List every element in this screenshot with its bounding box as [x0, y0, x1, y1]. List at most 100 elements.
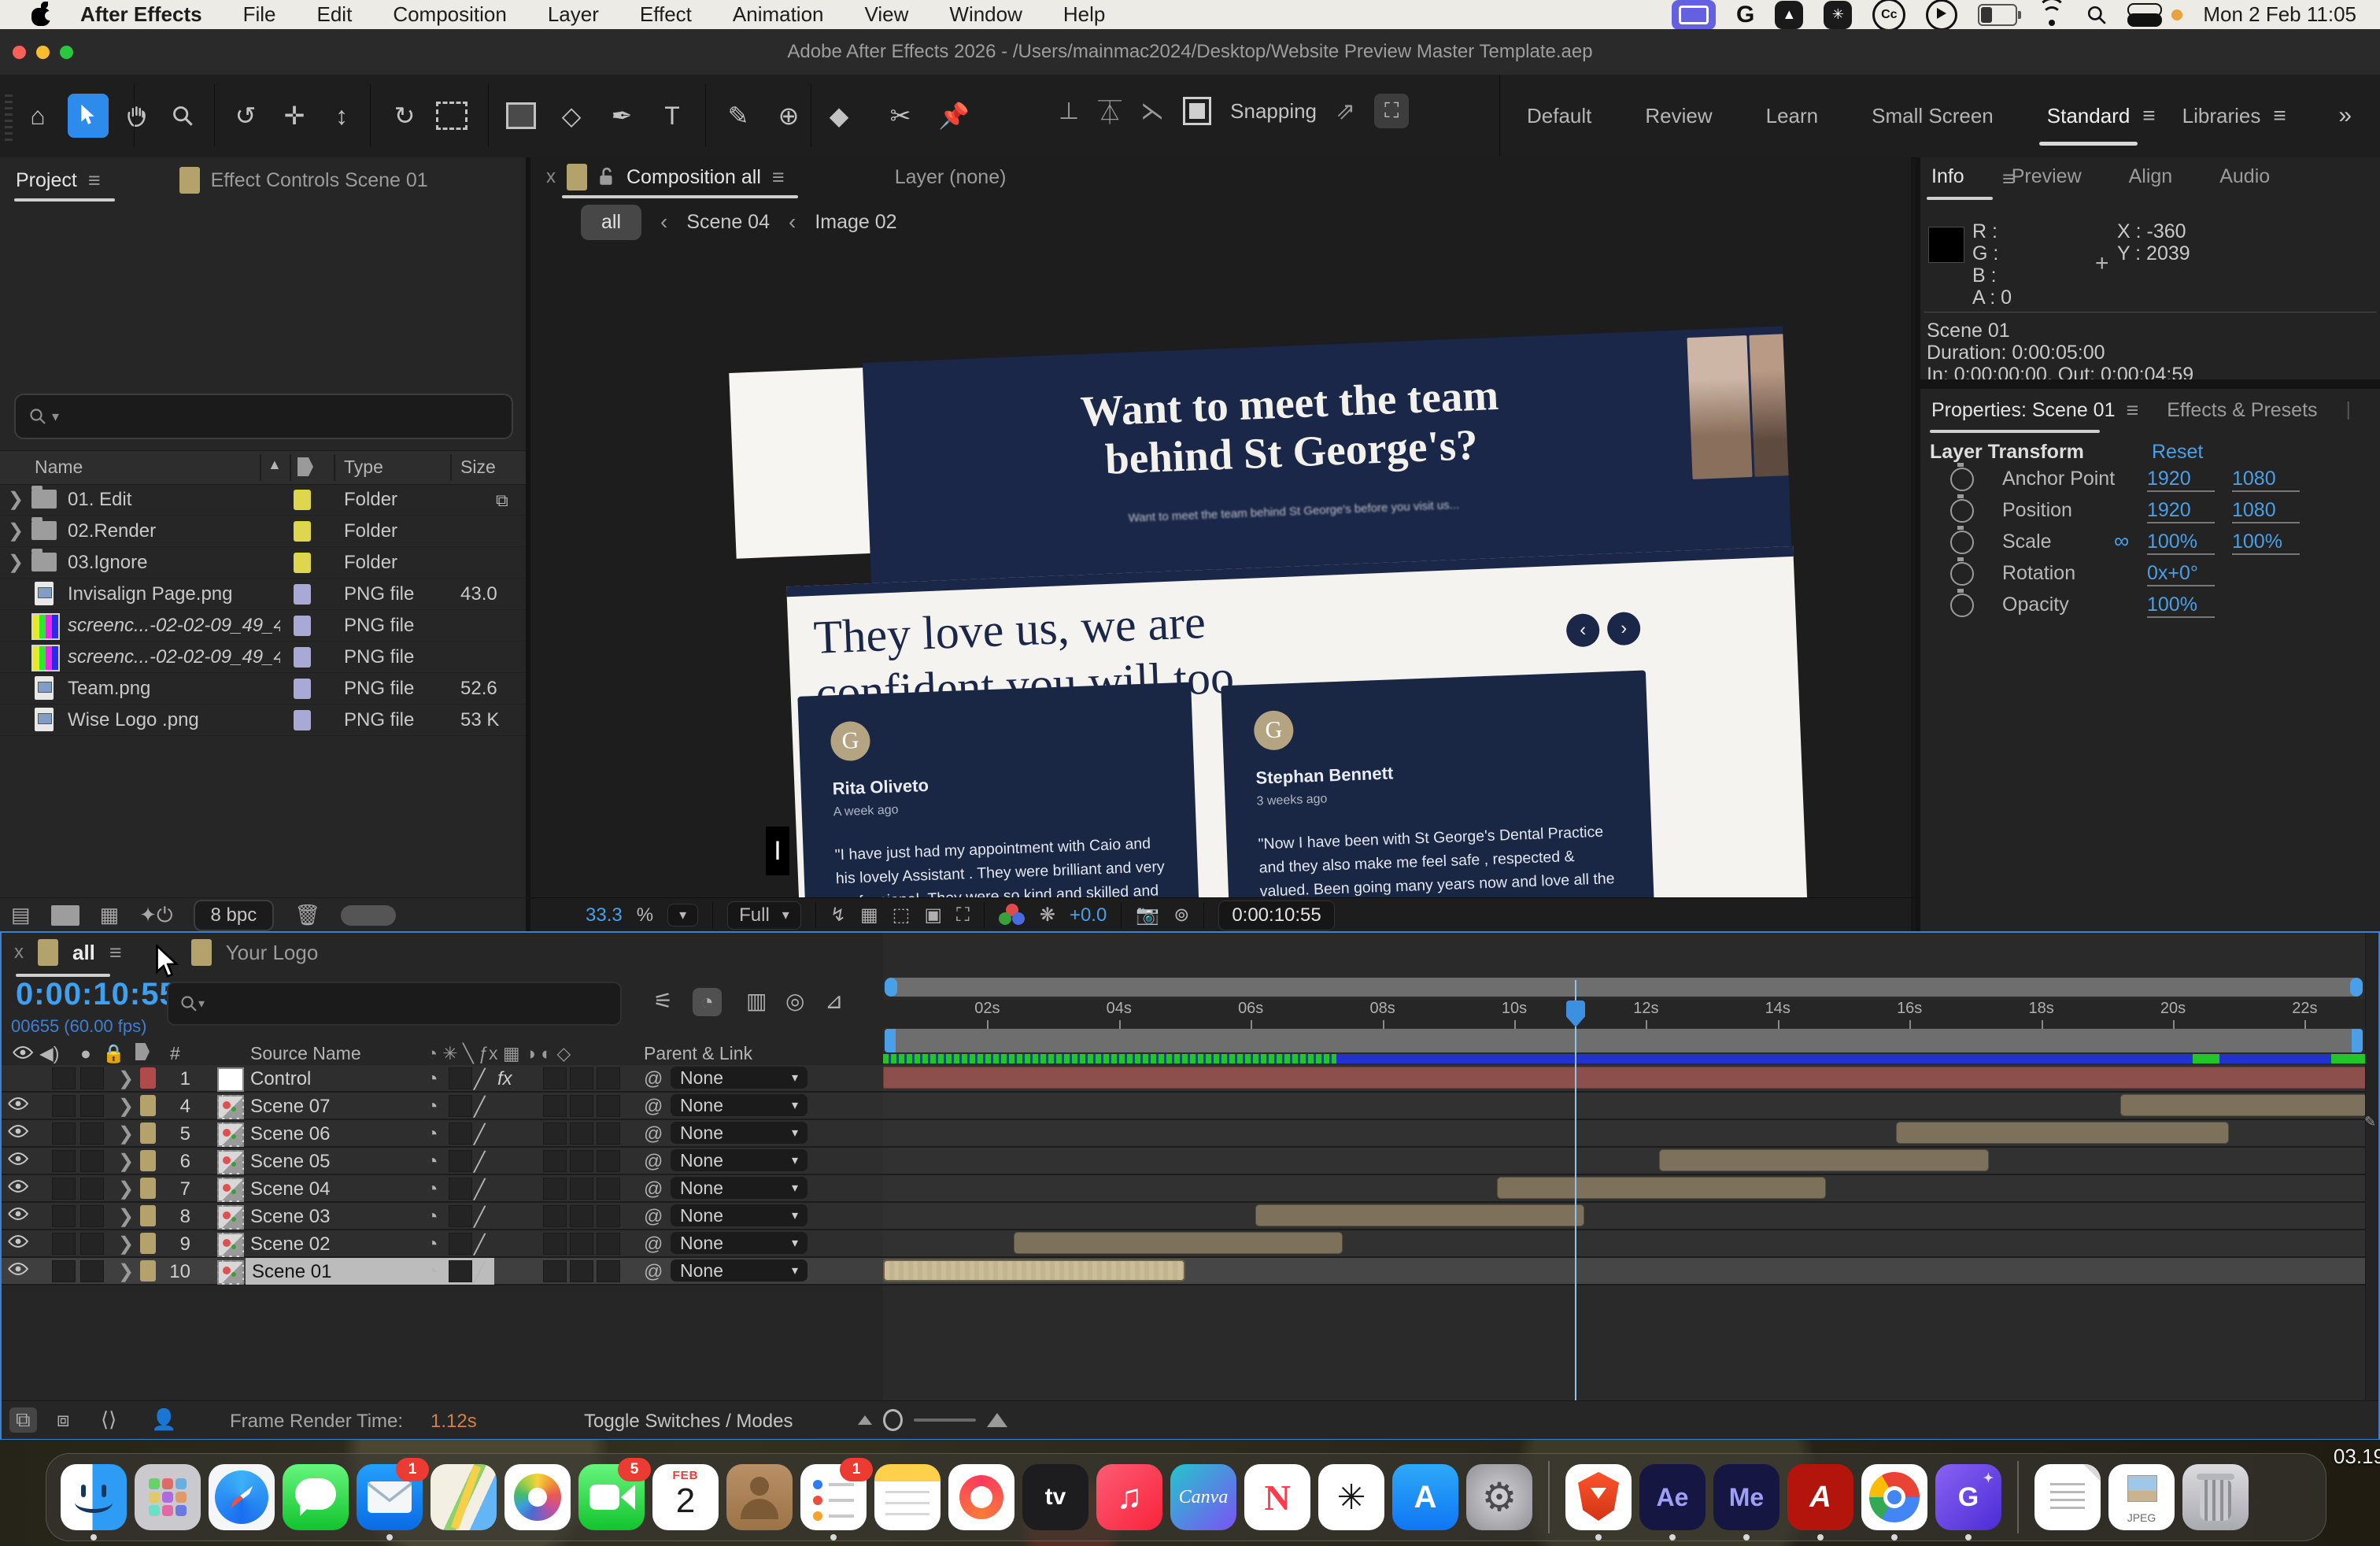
graph-editor-icon[interactable]: ⊿ [825, 988, 843, 1014]
dock-item-textedit[interactable] [2034, 1464, 2101, 1530]
breadcrumb-all[interactable]: all [581, 205, 641, 240]
property-value[interactable]: 1920 [2147, 468, 2215, 492]
dock-item-launchpad[interactable] [135, 1464, 201, 1530]
switch-cell[interactable] [52, 1123, 76, 1145]
trash-icon[interactable]: 🗑 [294, 903, 320, 927]
region-of-interest-icon[interactable]: ⬚ [893, 904, 911, 926]
parent-pickwhip-icon[interactable]: @ [644, 1178, 663, 1200]
collapse-cell[interactable] [449, 1123, 472, 1145]
project-row[interactable]: Invisalign Page.pngPNG file43.0 [0, 579, 526, 610]
reset-link[interactable]: Reset [2152, 441, 2203, 464]
eye-icon[interactable] [8, 1234, 28, 1248]
dock-item-music[interactable]: ♫ [1096, 1464, 1162, 1530]
layer-duration-bar-scene-07[interactable] [2120, 1094, 2367, 1116]
timeline-search-input[interactable]: ▾ [167, 982, 622, 1026]
shy-switch-icon[interactable]: ◔ [427, 1123, 438, 1145]
tab-preview[interactable]: Preview [2012, 165, 2082, 188]
carousel-next-button[interactable]: › [1606, 612, 1641, 646]
timeline-layer-row-scene-01[interactable]: ❯10Scene 01◔╱@None▾ [2, 1258, 883, 1285]
tool-pan-camera[interactable]: ✛ [274, 94, 315, 138]
time-ruler[interactable]: 0:00s02s04s06s08s10s12s14s16s18s20s22s [883, 1000, 2367, 1028]
disclosure-chevron-icon[interactable]: ❯ [8, 551, 24, 574]
tab-layer[interactable]: Layer (none) [895, 166, 1007, 189]
rasterize-switch-icon[interactable]: ╱ [474, 1178, 485, 1201]
label-color-swatch[interactable] [294, 521, 311, 542]
battery-icon[interactable] [1978, 4, 2017, 26]
timeline-layer-row-scene-06[interactable]: ❯5Scene 06◔╱@None▾ [2, 1120, 883, 1148]
render-time-pane-icon[interactable]: 👤 [151, 1407, 176, 1432]
switch-cell[interactable] [80, 1260, 104, 1282]
menu-item-animation[interactable]: Animation [733, 2, 824, 27]
label-color-swatch[interactable] [294, 679, 311, 699]
zoom-in-icon[interactable] [987, 1413, 1007, 1427]
disclosure-chevron-icon[interactable]: ❯ [118, 1178, 134, 1200]
view-axis-icon[interactable]: ⋋ [1140, 98, 1164, 125]
shy-toggle-icon[interactable]: ◔ [693, 988, 722, 1016]
eye-icon[interactable] [8, 1152, 28, 1166]
in-out-panes-icon[interactable]: ⟨⟩ [101, 1407, 116, 1432]
exposure-icon[interactable]: ❋ [1040, 904, 1055, 926]
label-color-swatch[interactable] [294, 490, 311, 510]
link-scale-icon[interactable]: ∞ [2114, 529, 2129, 553]
tool-eraser[interactable]: ◆ [819, 94, 859, 138]
eye-icon[interactable] [8, 1179, 28, 1193]
property-value[interactable]: 100% [2147, 594, 2215, 618]
dock-item-mail[interactable]: 1 [357, 1464, 423, 1530]
tool-rectangle[interactable] [501, 94, 541, 138]
tool-rotation[interactable]: ↻ [384, 94, 425, 138]
workspace-overflow-chevron[interactable]: » [2338, 102, 2380, 129]
layer-label-color[interactable] [140, 1205, 156, 1226]
label-color-swatch[interactable] [294, 616, 311, 636]
play-circle-icon[interactable] [1926, 0, 1957, 31]
parent-pickwhip-icon[interactable]: @ [644, 1151, 663, 1173]
tab-timeline-your-logo[interactable]: Your Logo [226, 941, 319, 965]
workspace-small-screen[interactable]: Small Screen [1845, 75, 2020, 157]
layer-duration-bar-scene-04[interactable] [1497, 1177, 1826, 1199]
collapse-cell[interactable] [449, 1233, 472, 1255]
timeline-layer-row-scene-05[interactable]: ❯6Scene 05◔╱@None▾ [2, 1148, 883, 1175]
property-value[interactable]: 1080 [2232, 468, 2300, 492]
switch-cell[interactable] [80, 1095, 104, 1117]
workspace-default[interactable]: Default [1500, 75, 1618, 157]
tab-properties[interactable]: Properties: Scene 01≡ [1931, 398, 2138, 423]
creative-cloud-icon[interactable]: Cc [1872, 0, 1905, 31]
switch-cell[interactable] [52, 1178, 76, 1200]
new-folder-icon[interactable] [51, 905, 79, 926]
rasterize-switch-icon[interactable]: ╱ [474, 1068, 485, 1091]
parent-link-dropdown[interactable]: None▾ [671, 1232, 808, 1254]
timeline-track-row[interactable] [883, 1093, 2367, 1120]
mask-visibility-icon[interactable]: ▣ [924, 904, 942, 926]
tool-orbit[interactable]: ↺ [225, 94, 266, 138]
disclosure-chevron-icon[interactable]: ❯ [118, 1095, 134, 1118]
shy-switch-icon[interactable]: ◔ [427, 1178, 438, 1200]
dock-item-maps[interactable] [431, 1464, 497, 1530]
composition-stage[interactable]: Want to meet the team behind St George's… [530, 244, 1911, 897]
stopwatch-icon[interactable] [1950, 531, 1974, 554]
tab-effects-presets[interactable]: Effects & Presets [2167, 398, 2317, 423]
layer-label-color[interactable] [140, 1178, 156, 1199]
tool-dolly[interactable]: ↕ [321, 94, 362, 138]
tab-align[interactable]: Align [2129, 165, 2173, 188]
rasterize-switch-icon[interactable]: ╱ [474, 1151, 485, 1174]
project-columns-header[interactable]: Name ▲ Type Size [0, 450, 526, 485]
tab-audio[interactable]: Audio [2219, 165, 2270, 188]
menu-item-composition[interactable]: Composition [393, 2, 507, 27]
stopwatch-icon[interactable] [1950, 468, 1974, 491]
tab-info[interactable]: Info [1931, 165, 1964, 188]
resolution-dropdown[interactable]: Full▾ [727, 901, 801, 930]
timeline-menu-icon[interactable]: ≡ [109, 941, 122, 965]
workspace-standard[interactable]: Standard [2020, 75, 2157, 157]
tool-type[interactable]: T [652, 94, 693, 138]
project-search-input[interactable]: ▾ [14, 394, 513, 439]
collapse-cell[interactable] [449, 1260, 472, 1282]
timeline-columns-header[interactable]: ◀) ● 🔒 # Source Name ◔ ✳ ╲ ƒx ▦ ◑ ◐ ◇ Pa… [2, 1043, 883, 1066]
grammarly-icon[interactable]: G [1736, 2, 1754, 28]
viewer-timecode[interactable]: 0:00:10:55 [1218, 901, 1334, 930]
property-value[interactable]: 100% [2232, 531, 2300, 555]
switch-cell[interactable] [80, 1178, 104, 1200]
workspace-libraries[interactable]: Libraries [2156, 75, 2288, 157]
switch-cell[interactable] [80, 1233, 104, 1255]
project-row[interactable]: ❯02.RenderFolder [0, 516, 526, 547]
parent-link-dropdown[interactable]: None▾ [671, 1149, 808, 1171]
tool-zoom[interactable] [162, 94, 203, 138]
